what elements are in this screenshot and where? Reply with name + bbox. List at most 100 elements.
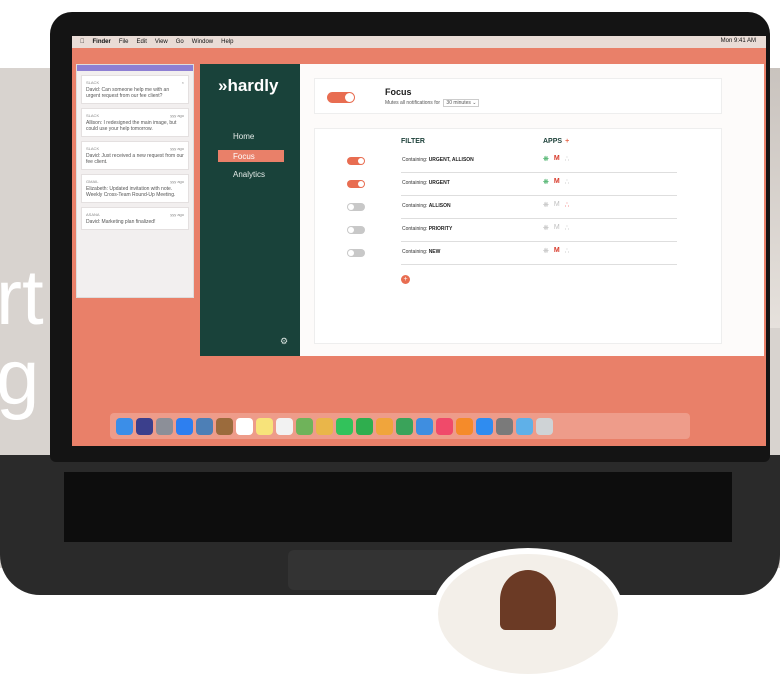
gmail-icon[interactable]: M [554, 155, 560, 163]
menu-help[interactable]: Help [221, 39, 233, 45]
gmail-icon[interactable]: M [554, 201, 560, 209]
add-app-button[interactable]: + [565, 138, 569, 145]
slack-icon[interactable]: ❋ [543, 178, 549, 186]
asana-icon[interactable]: ∴ [565, 155, 569, 163]
filter-toggle[interactable] [347, 249, 365, 257]
filter-label: Containing: ALLISON [402, 203, 451, 209]
menu-bar:  Finder File Edit View Go Window Help M… [72, 36, 766, 48]
filter-prefix: Containing: [402, 203, 428, 209]
notification-item[interactable]: SLACK × David: Can someone help me with a… [81, 75, 189, 104]
filter-label: Containing: URGENT, ALLISON [402, 157, 474, 163]
notification-text: David: Just received a new request from … [86, 153, 184, 165]
books-icon[interactable] [456, 417, 473, 435]
notification-item[interactable]: SLACK yyy ago David: Just received a new … [81, 141, 189, 170]
focus-toggle[interactable] [327, 92, 355, 103]
messages-icon[interactable] [336, 417, 353, 435]
notification-text: David: Can someone help me with an urgen… [86, 87, 170, 99]
menubar-clock[interactable]: Mon 9:41 AM [721, 38, 756, 44]
notes-icon[interactable] [256, 417, 273, 435]
filter-label: Containing: NEW [402, 249, 440, 255]
asana-icon[interactable]: ∴ [565, 178, 569, 186]
calendar-icon[interactable] [236, 417, 253, 435]
notification-source: SLACK [86, 146, 100, 151]
filter-value: ALLISON [428, 203, 451, 209]
filter-toggle[interactable] [347, 180, 365, 188]
filter-toggle[interactable] [347, 157, 365, 165]
asana-icon[interactable]: ∴ [565, 224, 569, 232]
row-divider [401, 218, 677, 219]
menu-go[interactable]: Go [176, 39, 184, 45]
focus-subtitle: Mutes all notifications for 30 minutes ⌄ [385, 99, 480, 107]
gmail-icon[interactable]: M [554, 178, 560, 186]
notification-item[interactable]: SLACK yyy ago Allison: I redesigned the m… [81, 108, 189, 137]
photos-icon[interactable] [196, 417, 213, 435]
notification-source: GMAIL [86, 179, 99, 184]
avatar [432, 548, 624, 680]
notification-time: yyy ago [170, 113, 184, 118]
trash-icon[interactable] [536, 417, 553, 435]
notification-item[interactable]: GMAIL yyy ago Elizabeth: Updated invitati… [81, 174, 189, 203]
safari-icon[interactable] [176, 417, 193, 435]
maps-icon[interactable] [296, 417, 313, 435]
focus-duration-select[interactable]: 30 minutes ⌄ [443, 99, 480, 107]
appstore-icon[interactable] [476, 417, 493, 435]
menu-view[interactable]: View [155, 39, 168, 45]
focus-card: Focus Mutes all notifications for 30 min… [314, 78, 722, 114]
asana-icon[interactable]: ∴ [565, 247, 569, 255]
downloads-icon[interactable] [516, 417, 533, 435]
notification-time: yyy ago [170, 146, 184, 151]
nav-home[interactable]: Home [218, 130, 284, 142]
numbers-icon[interactable] [396, 417, 413, 435]
notification-panel: SLACK × David: Can someone help me with a… [76, 64, 194, 298]
launchpad-icon[interactable] [156, 417, 173, 435]
facetime-icon[interactable] [356, 417, 373, 435]
notification-text: Elizabeth: Updated invitation with note.… [86, 186, 176, 198]
background-text-1: rt [0, 253, 44, 341]
menu-window[interactable]: Window [192, 39, 213, 45]
filter-row: Containing: URGENT ❋ M ∴ [315, 176, 721, 198]
slack-icon[interactable]: ❋ [543, 224, 549, 232]
finder-icon[interactable] [116, 417, 133, 435]
slack-icon[interactable]: ❋ [543, 247, 549, 255]
filter-toggle[interactable] [347, 226, 365, 234]
row-divider [401, 172, 677, 173]
row-divider [401, 264, 677, 265]
menu-edit[interactable]: Edit [137, 39, 147, 45]
sidebar: »hardly Home Focus Analytics ⚙ [200, 64, 300, 356]
siri-icon[interactable] [136, 417, 153, 435]
gear-icon[interactable]: ⚙ [280, 336, 288, 347]
notification-item[interactable]: ASANA yyy ago David: Marketing plan final… [81, 207, 189, 230]
filter-value: PRIORITY [428, 226, 453, 232]
keyboard [64, 472, 732, 542]
contacts-icon[interactable] [216, 417, 233, 435]
notification-time: yyy ago [170, 179, 184, 184]
reminders-icon[interactable] [276, 417, 293, 435]
gmail-icon[interactable]: M [554, 224, 560, 232]
add-filter-button[interactable]: + [401, 275, 410, 284]
notification-source: SLACK [86, 113, 100, 118]
slack-icon[interactable]: ❋ [543, 201, 549, 209]
keynote-icon[interactable] [416, 417, 433, 435]
asana-icon[interactable]: ∴ [565, 201, 569, 209]
filter-toggle[interactable] [347, 203, 365, 211]
nav-analytics[interactable]: Analytics [218, 168, 284, 180]
notification-source: ASANA [86, 212, 100, 217]
slack-icon[interactable]: ❋ [543, 155, 549, 163]
gmail-icon[interactable]: M [554, 247, 560, 255]
nav-focus[interactable]: Focus [218, 150, 284, 162]
close-icon[interactable]: × [182, 80, 184, 85]
notification-panel-titlebar [77, 65, 193, 71]
app-logo: »hardly [218, 76, 279, 95]
pages-icon[interactable] [376, 417, 393, 435]
filter-value: URGENT, ALLISON [428, 157, 474, 163]
filter-label: Containing: URGENT [402, 180, 450, 186]
photos-app-icon[interactable] [316, 417, 333, 435]
menu-finder[interactable]: Finder [93, 39, 111, 45]
menu-file[interactable]: File [119, 39, 129, 45]
preferences-icon[interactable] [496, 417, 513, 435]
avatar-hair [500, 570, 556, 630]
filter-row: Containing: PRIORITY ❋ M ∴ [315, 222, 721, 244]
apple-icon[interactable]:  [80, 39, 85, 45]
chevron-down-icon: ⌄ [472, 100, 477, 106]
music-icon[interactable] [436, 417, 453, 435]
